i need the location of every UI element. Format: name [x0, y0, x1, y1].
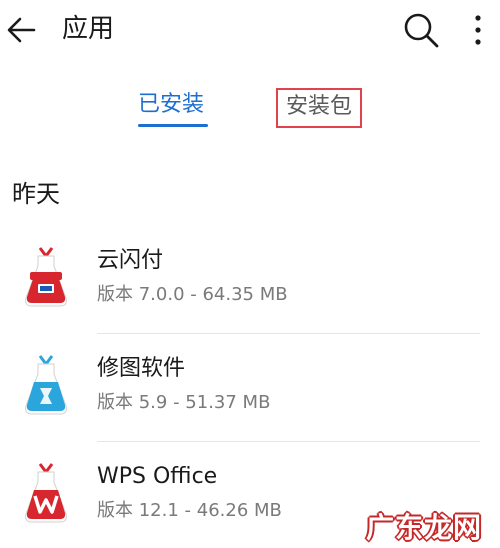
app-manager-screen: 应用 已安装 安装包 昨天 云闪付 版本 7.0.0 - 64.35 MB 修图…	[0, 0, 500, 548]
app-name: 修图软件	[97, 356, 186, 381]
more-options-button[interactable]	[466, 10, 490, 50]
app-version-size: 版本 7.0.0 - 64.35 MB	[97, 284, 288, 305]
arrow-left-icon	[7, 17, 36, 43]
more-vertical-icon	[475, 15, 481, 45]
search-button[interactable]	[400, 8, 444, 52]
unionpay-app-icon	[18, 242, 74, 310]
tab-installed[interactable]: 已安装	[138, 90, 204, 120]
app-version-size: 版本 5.9 - 51.37 MB	[97, 392, 271, 413]
app-version-size: 版本 12.1 - 46.26 MB	[97, 500, 282, 521]
tab-selected-indicator	[138, 124, 208, 127]
back-button[interactable]	[4, 12, 40, 48]
list-item[interactable]: 修图软件 版本 5.9 - 51.37 MB	[0, 334, 500, 442]
search-icon	[404, 13, 439, 48]
tab-install-packages[interactable]: 安装包	[276, 88, 362, 128]
app-name: 云闪付	[97, 248, 164, 273]
app-bar: 应用	[0, 0, 500, 60]
wps-office-app-icon	[18, 458, 74, 526]
page-title: 应用	[62, 14, 115, 44]
photo-editor-app-icon	[18, 350, 74, 418]
list-item[interactable]: 云闪付 版本 7.0.0 - 64.35 MB	[0, 226, 500, 334]
app-name: WPS Office	[97, 464, 218, 489]
section-header: 昨天	[12, 180, 60, 208]
watermark: 广东龙网	[366, 511, 483, 544]
